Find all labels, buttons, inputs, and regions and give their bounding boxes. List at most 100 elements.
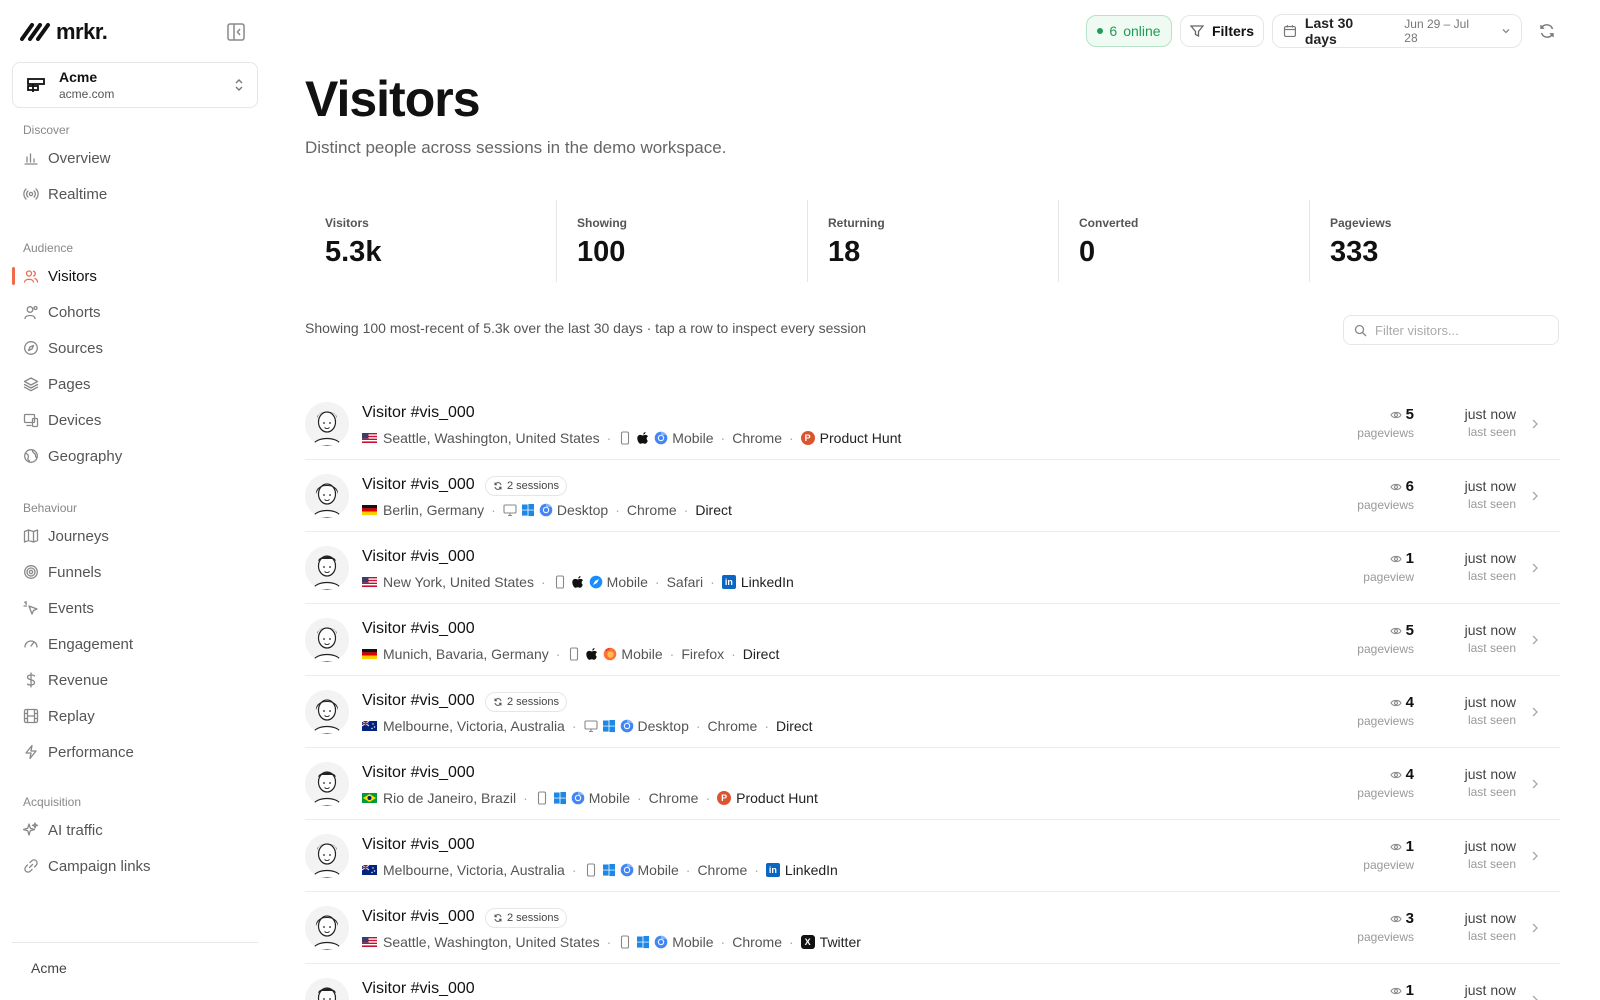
sidebar-item-overview[interactable]: Overview — [0, 140, 270, 176]
sidebar-item-label: Overview — [48, 149, 111, 167]
sidebar-item-label: Pages — [48, 375, 91, 393]
stat-value: 5.3k — [325, 236, 382, 268]
separator: · — [731, 646, 736, 662]
sidebar-item-devices[interactable]: Devices — [0, 402, 270, 438]
sidebar-item-label: Journeys — [48, 527, 109, 545]
sidebar-item-journeys[interactable]: Journeys — [0, 518, 270, 554]
chevron-right-icon — [1532, 419, 1538, 429]
stat-returning: Returning 18 — [807, 200, 1058, 282]
separator: · — [636, 790, 642, 806]
last-seen-value: just now — [1464, 694, 1516, 710]
traffic-source: Direct — [695, 502, 732, 518]
mobile-icon — [586, 863, 595, 877]
avatar — [305, 978, 349, 1000]
pageviews-block: 1 pageview — [1363, 838, 1414, 872]
bar-chart-icon — [24, 153, 38, 165]
collapse-sidebar-icon[interactable] — [226, 22, 246, 42]
pageviews-label: pageviews — [1357, 426, 1414, 440]
last-seen-block: just now last seen — [1465, 478, 1516, 511]
last-seen-block: just now last seen — [1465, 622, 1516, 655]
pageviews-block: 1 pageview — [1363, 550, 1414, 584]
date-range-label: Last 30 days — [1304, 15, 1354, 47]
workspace-switcher[interactable]: Acme acme.com — [12, 62, 258, 108]
sidebar-item-pages[interactable]: Pages — [0, 366, 270, 402]
sidebar-item-ai-traffic[interactable]: AI traffic — [0, 812, 270, 848]
stat-label: Visitors — [325, 216, 369, 230]
visitor-name: Visitor #vis_000 — [362, 692, 475, 709]
sidebar-item-performance[interactable]: Performance — [0, 734, 270, 770]
sidebar-item-cohorts[interactable]: Cohorts — [0, 294, 270, 330]
sidebar-item-label: Cohorts — [48, 303, 101, 321]
visitor-row[interactable]: Visitor #vis_000 2 sessions Seattle, Washi… — [305, 892, 1560, 964]
windows-icon — [602, 864, 615, 877]
sidebar-item-replay[interactable]: Replay — [0, 698, 270, 734]
visitor-row[interactable]: Visitor #vis_000 Melbourne, Victoria, Aus… — [305, 820, 1560, 892]
visitor-meta: New York, United States · Mobile · Safari · in… — [362, 574, 794, 590]
date-range-picker[interactable]: Last 30 days Jun 29 – Jul 28 — [1272, 14, 1522, 48]
visitor-row[interactable]: Visitor #vis_000 Seattle, Washington, Uni… — [305, 388, 1560, 460]
sparkles-icon — [23, 822, 39, 836]
chevron-right-icon — [1532, 563, 1538, 573]
logo[interactable]: mrkr. — [20, 19, 108, 44]
sidebar-item-geography[interactable]: Geography — [0, 438, 270, 474]
pageviews-block: 6 pageviews — [1357, 478, 1414, 512]
last-seen-label: last seen — [1467, 929, 1516, 943]
map-icon — [23, 529, 39, 543]
device-type: Mobile — [672, 934, 714, 950]
browser-name: Chrome — [707, 718, 758, 734]
device-type: Mobile — [588, 790, 630, 806]
last-seen-block: just now last seen — [1465, 838, 1516, 871]
user-group-icon — [24, 305, 38, 320]
browser-name: Chrome — [648, 790, 699, 806]
visitor-row[interactable]: Visitor #vis_000 1 just now — [305, 964, 1560, 1000]
last-seen-value: just now — [1464, 478, 1516, 494]
workspace-name: Acme — [59, 69, 98, 85]
sessions-count: 2 sessions — [507, 696, 559, 708]
refresh-icon[interactable] — [1538, 22, 1556, 40]
last-seen-value: just now — [1464, 838, 1516, 854]
browser-name: Firefox — [681, 646, 725, 662]
visitor-name: Visitor #vis_000 — [362, 476, 475, 493]
visitor-row[interactable]: Visitor #vis_000 2 sessions Melbourne, Vic… — [305, 676, 1560, 748]
traffic-source: LinkedIn — [784, 862, 838, 878]
product-hunt-icon: P — [800, 431, 815, 445]
filters-button[interactable]: Filters — [1180, 15, 1264, 47]
sidebar-item-realtime[interactable]: Realtime — [0, 176, 270, 212]
sidebar-item-campaign-links[interactable]: Campaign links — [0, 848, 270, 884]
sidebar-item-revenue[interactable]: Revenue — [0, 662, 270, 698]
visitor-row[interactable]: Visitor #vis_000 2 sessions Berlin, German… — [305, 460, 1560, 532]
chevron-right-icon — [1532, 707, 1538, 717]
device-type: Desktop — [556, 502, 609, 518]
online-indicator[interactable]: 6 online — [1086, 15, 1172, 47]
pageviews-block: 3 pageviews — [1357, 910, 1414, 944]
filter-visitors-field[interactable] — [1343, 315, 1559, 345]
sidebar-item-visitors[interactable]: Visitors — [0, 258, 270, 294]
sidebar: mrkr. Acme acme.com Discover Overview Real… — [0, 0, 270, 1000]
sidebar-item-funnels[interactable]: Funnels — [0, 554, 270, 590]
separator: · — [695, 718, 701, 734]
desktop-icon — [503, 504, 517, 517]
pageviews-block: 5 pageviews — [1357, 406, 1414, 440]
sidebar-item-engagement[interactable]: Engagement — [0, 626, 270, 662]
visitor-row[interactable]: Visitor #vis_000 Munich, Bavaria, Germany… — [305, 604, 1560, 676]
visitor-row[interactable]: Visitor #vis_000 New York, United States ·… — [305, 532, 1560, 604]
linkedin-icon: in — [721, 575, 736, 589]
chrome-icon — [571, 791, 585, 805]
visitor-meta: Melbourne, Victoria, Australia · Mobile · Ch… — [362, 862, 838, 878]
sidebar-item-sources[interactable]: Sources — [0, 330, 270, 366]
devices-icon — [23, 413, 39, 428]
separator: · — [571, 718, 577, 734]
filter-visitors-input[interactable] — [1375, 322, 1545, 338]
separator: · — [491, 502, 496, 518]
pageviews-count: 4 — [1405, 766, 1414, 783]
sidebar-item-label: Visitors — [48, 267, 97, 285]
visitor-meta: Seattle, Washington, United States · Mobil… — [362, 430, 901, 446]
visitor-meta: Rio de Janeiro, Brazil · Mobile · Chrome · P Pr… — [362, 790, 818, 806]
pageviews-count: 4 — [1405, 694, 1414, 711]
sidebar-footer: Acme — [31, 960, 67, 976]
separator: · — [540, 574, 546, 590]
broadcast-icon — [23, 188, 39, 200]
visitor-row[interactable]: Visitor #vis_000 Rio de Janeiro, Brazil · M… — [305, 748, 1560, 820]
separator: · — [789, 934, 794, 950]
sidebar-item-events[interactable]: Events — [0, 590, 270, 626]
